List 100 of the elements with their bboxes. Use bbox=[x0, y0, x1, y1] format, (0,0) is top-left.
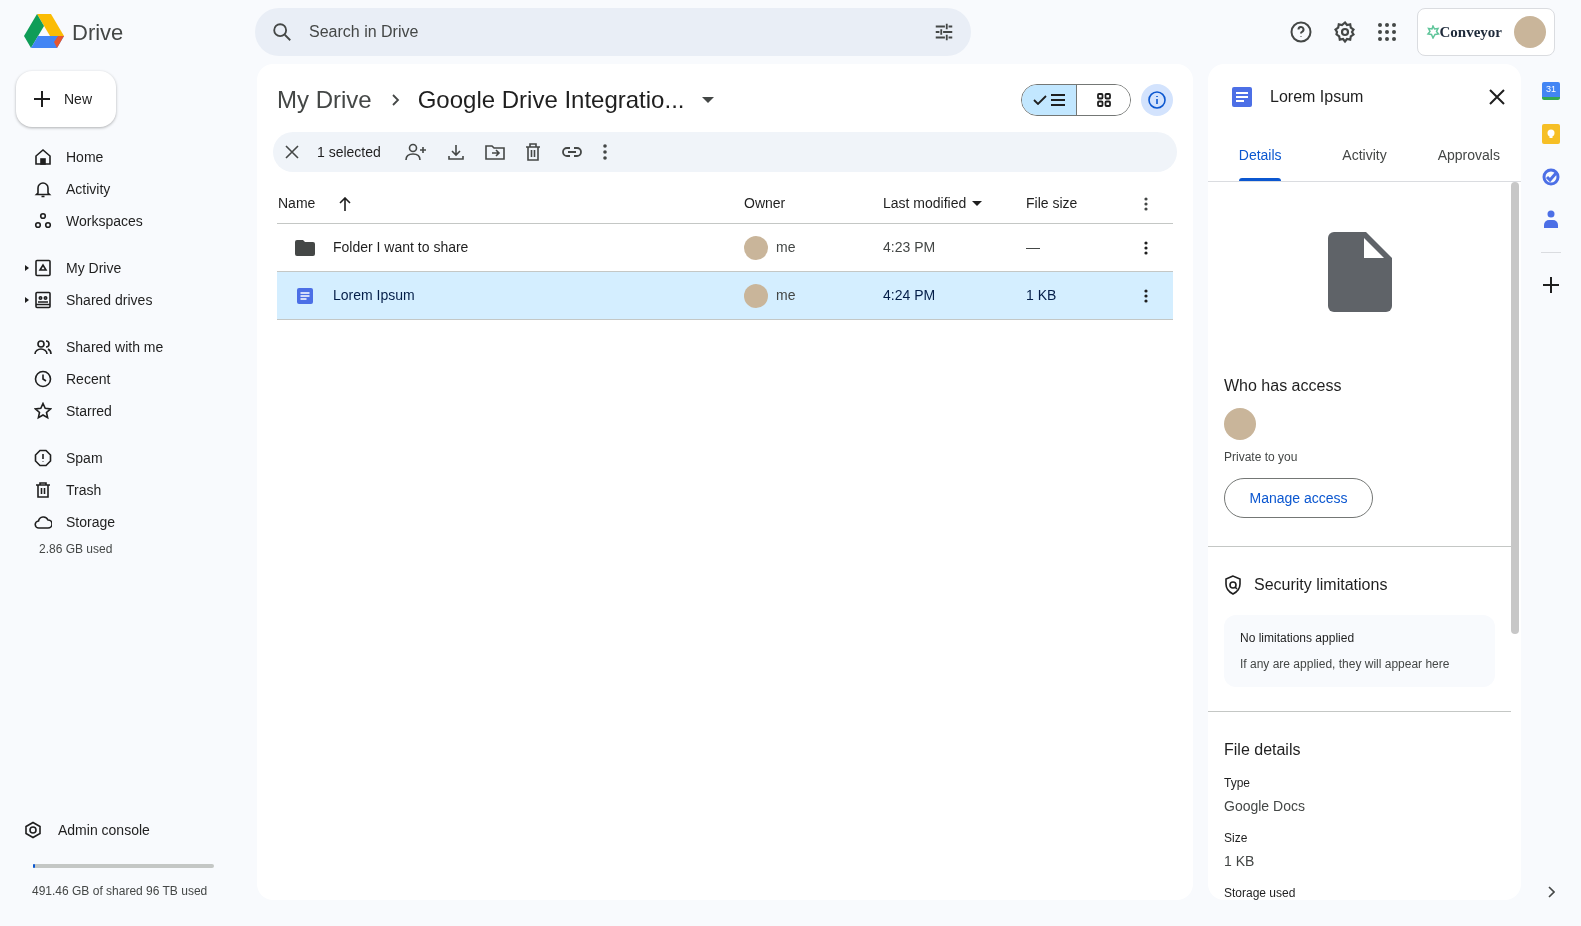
field-label: Size bbox=[1224, 830, 1249, 847]
sidebar-item[interactable]: Workspaces bbox=[0, 205, 241, 237]
sidebar-item[interactable]: Shared drives bbox=[0, 284, 241, 316]
move-to-folder-icon[interactable] bbox=[484, 144, 505, 160]
sidebar-item[interactable]: Shared with me bbox=[0, 331, 241, 363]
expand-caret-icon[interactable] bbox=[25, 265, 29, 271]
details-tab[interactable]: Details bbox=[1208, 130, 1313, 181]
file-size: 1 KB bbox=[1026, 286, 1057, 305]
new-button[interactable]: New bbox=[16, 71, 116, 127]
owner-name: me bbox=[776, 238, 796, 257]
settings-icon[interactable] bbox=[1332, 20, 1357, 44]
column-header[interactable]: Owner bbox=[744, 193, 786, 214]
admin-console-link[interactable]: Admin console bbox=[24, 814, 257, 846]
workspaces-icon bbox=[34, 212, 52, 230]
section-heading: Security limitations bbox=[1254, 575, 1388, 595]
modified-time: 4:23 PM bbox=[883, 238, 936, 257]
grid-view-button[interactable] bbox=[1076, 85, 1130, 115]
folder-icon bbox=[295, 239, 315, 256]
column-header[interactable]: File size bbox=[1026, 193, 1078, 214]
link-icon[interactable] bbox=[560, 146, 583, 158]
access-note: Private to you bbox=[1224, 449, 1299, 466]
avatar bbox=[744, 283, 768, 308]
more-options-icon[interactable] bbox=[1144, 288, 1148, 303]
star-icon bbox=[34, 402, 52, 420]
help-icon[interactable] bbox=[1288, 20, 1313, 44]
home-icon bbox=[34, 148, 52, 166]
calendar-icon[interactable]: 31 bbox=[1542, 82, 1560, 100]
app-name: Drive bbox=[72, 18, 124, 47]
section-heading: Who has access bbox=[1224, 376, 1343, 396]
drive-logo-icon bbox=[24, 14, 64, 50]
field-value: 1 KB bbox=[1224, 852, 1256, 871]
people-icon bbox=[34, 338, 52, 356]
breadcrumb-link[interactable]: My Drive bbox=[277, 82, 372, 118]
sort-caret-icon[interactable] bbox=[972, 201, 983, 206]
sidebar-item[interactable]: Spam bbox=[0, 442, 241, 474]
filter-options-icon[interactable] bbox=[933, 21, 955, 43]
security-note: If any are applied, they will appear here bbox=[1240, 656, 1451, 673]
file-icon bbox=[1327, 232, 1392, 312]
sidebar-item[interactable]: Activity bbox=[0, 173, 241, 205]
details-tab[interactable]: Approvals bbox=[1416, 130, 1521, 181]
owner-name: me bbox=[776, 286, 796, 305]
file-row[interactable]: Lorem Ipsum me 4:24 PM 1 KB bbox=[277, 272, 1173, 320]
modified-time: 4:24 PM bbox=[883, 286, 936, 305]
column-header[interactable]: Last modified bbox=[883, 193, 967, 214]
sidebar-item[interactable]: My Drive bbox=[0, 252, 241, 284]
document-icon bbox=[1232, 87, 1252, 107]
document-icon bbox=[297, 287, 313, 304]
chevron-right-icon[interactable] bbox=[1547, 886, 1555, 898]
trash-icon[interactable] bbox=[524, 143, 541, 161]
search-bar[interactable]: Search in Drive bbox=[255, 8, 971, 56]
task-check-icon[interactable] bbox=[1542, 168, 1560, 186]
drive-folder-icon bbox=[34, 259, 52, 277]
sidebar-item[interactable]: Trash bbox=[0, 474, 241, 506]
column-header[interactable]: Name bbox=[278, 193, 316, 214]
details-title: Lorem Ipsum bbox=[1270, 87, 1365, 107]
search-icon bbox=[271, 21, 293, 43]
apps-grid-icon[interactable] bbox=[1376, 22, 1397, 42]
plus-icon bbox=[34, 91, 50, 107]
file-name: Lorem Ipsum bbox=[333, 286, 415, 305]
share-person-icon[interactable] bbox=[404, 143, 427, 161]
close-icon[interactable] bbox=[1489, 89, 1505, 105]
sidebar-item[interactable]: Home bbox=[0, 141, 241, 173]
sparkle-logo-icon bbox=[1425, 25, 1440, 39]
grid-icon bbox=[1096, 93, 1111, 107]
bell-icon bbox=[34, 180, 52, 198]
calendar-day: 31 bbox=[1546, 85, 1556, 94]
close-icon[interactable] bbox=[285, 145, 299, 159]
avatar bbox=[1224, 408, 1256, 440]
selection-count: 1 selected bbox=[317, 142, 381, 162]
list-view-button[interactable] bbox=[1022, 85, 1076, 115]
download-icon[interactable] bbox=[446, 143, 465, 161]
trash-icon bbox=[34, 481, 52, 499]
sidebar-item[interactable]: Storage bbox=[0, 506, 241, 538]
more-options-icon[interactable] bbox=[602, 144, 607, 160]
expand-caret-icon[interactable] bbox=[25, 297, 29, 303]
add-icon[interactable] bbox=[1543, 277, 1559, 293]
details-button[interactable] bbox=[1141, 84, 1173, 116]
sidebar-item[interactable]: Starred bbox=[0, 395, 241, 427]
field-label: Type bbox=[1224, 775, 1251, 792]
more-options-icon[interactable] bbox=[1144, 240, 1148, 255]
org-logo-text: Conveyor bbox=[1439, 22, 1502, 42]
sort-up-arrow-icon[interactable] bbox=[339, 196, 352, 211]
field-label: Storage used bbox=[1224, 885, 1297, 900]
file-name: Folder I want to share bbox=[333, 238, 469, 257]
section-heading: File details bbox=[1224, 740, 1302, 760]
person-icon[interactable] bbox=[1544, 210, 1558, 228]
more-options-icon[interactable] bbox=[1144, 196, 1148, 211]
sidebar-item[interactable]: Recent bbox=[0, 363, 241, 395]
dropdown-caret-icon[interactable] bbox=[702, 97, 715, 103]
details-tab[interactable]: Activity bbox=[1312, 130, 1417, 181]
storage-used-text: 2.86 GB used bbox=[39, 541, 114, 558]
file-size: — bbox=[1026, 238, 1040, 257]
info-icon bbox=[1147, 90, 1167, 110]
scrollbar-thumb[interactable] bbox=[1511, 182, 1519, 634]
avatar bbox=[744, 235, 768, 260]
field-value: Google Docs bbox=[1224, 797, 1306, 816]
warning-octagon-icon bbox=[34, 449, 52, 467]
account-button[interactable]: Conveyor bbox=[1416, 8, 1555, 56]
search-input[interactable]: Search in Drive bbox=[309, 20, 917, 44]
current-folder-title[interactable]: Google Drive Integratio... bbox=[417, 82, 685, 118]
